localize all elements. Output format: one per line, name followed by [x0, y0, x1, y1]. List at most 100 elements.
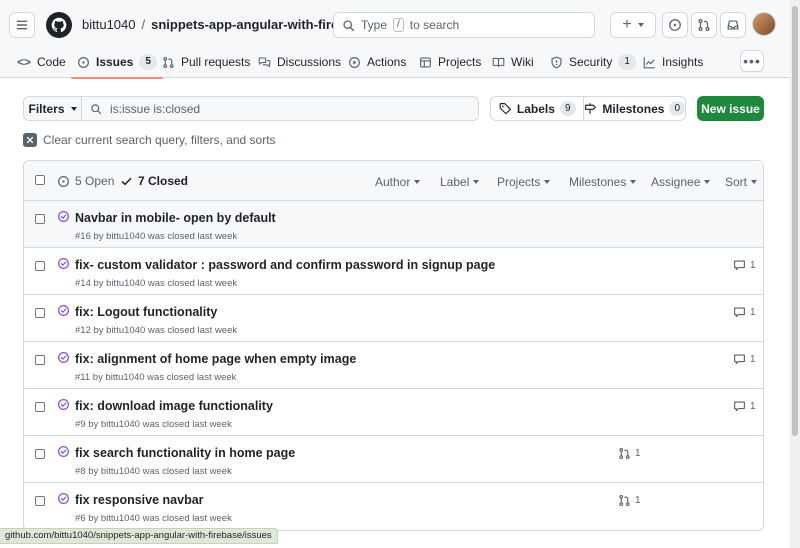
search-icon — [91, 103, 102, 114]
tab-security[interactable]: Security 1 — [550, 46, 636, 78]
label-filter-label: Label — [440, 175, 470, 189]
tab-issues[interactable]: Issues 5 — [71, 46, 163, 79]
label-filter-dropdown[interactable]: Label — [440, 175, 480, 189]
tab-wiki-label: Wiki — [511, 55, 534, 69]
milestones-label: Milestones — [602, 101, 665, 116]
play-icon — [349, 56, 360, 68]
open-issues-filter[interactable]: 5 Open — [57, 174, 114, 188]
owner-link[interactable]: bittu1040 — [82, 17, 136, 32]
tab-wiki[interactable]: Wiki — [492, 46, 534, 78]
closed-issues-filter[interactable]: 7 Closed — [120, 174, 188, 188]
issue-title-link[interactable]: Navbar in mobile- open by default — [75, 211, 276, 225]
comments-link[interactable]: 1 — [733, 259, 756, 272]
new-issue-button[interactable]: New issue — [697, 96, 764, 121]
milestones-button[interactable]: Milestones 0 — [583, 97, 685, 120]
issue-title-link[interactable]: fix- custom validator : password and con… — [75, 258, 495, 272]
issue-row: fix responsive navbar #6 by bittu1040 wa… — [24, 483, 763, 530]
chevron-down-icon — [414, 180, 421, 184]
comments-link[interactable]: 1 — [733, 353, 756, 366]
milestones-filter-dropdown[interactable]: Milestones — [569, 175, 637, 189]
issue-checkbox[interactable] — [35, 355, 45, 365]
projects-filter-dropdown[interactable]: Projects — [497, 175, 551, 189]
issue-closed-icon — [58, 493, 69, 504]
issue-checkbox[interactable] — [35, 402, 45, 412]
issue-row: fix- custom validator : password and con… — [24, 248, 763, 295]
issue-row: fix search functionality in home page #8… — [24, 436, 763, 483]
linked-pull-requests-link[interactable]: 1 — [618, 494, 641, 507]
tab-insights[interactable]: Insights — [643, 46, 703, 78]
issue-meta: #14 by bittu1040 was closed last week — [75, 278, 238, 289]
tab-pull-requests[interactable]: Pull requests — [162, 46, 250, 78]
code-icon: <> — [17, 55, 32, 69]
issue-checkbox[interactable] — [35, 214, 45, 224]
global-search-input[interactable]: Type / to search — [333, 12, 595, 38]
linked-pull-requests-link[interactable]: 1 — [618, 447, 641, 460]
issue-title-link[interactable]: fix: Logout functionality — [75, 305, 217, 319]
your-issues-button[interactable] — [662, 12, 688, 38]
linked-pr-count: 1 — [635, 448, 641, 459]
issue-filter-bar: Filters is:issue is:closed — [23, 96, 479, 121]
issue-meta: #6 by bittu1040 was closed last week — [75, 513, 232, 524]
comment-count: 1 — [750, 354, 756, 365]
filters-dropdown-button[interactable]: Filters — [24, 97, 82, 120]
issue-closed-icon — [58, 399, 69, 410]
clear-filters-link[interactable]: Clear current search query, filters, and… — [23, 133, 276, 147]
create-new-button[interactable]: + — [610, 12, 656, 38]
your-pull-requests-button[interactable] — [691, 12, 717, 38]
tab-discussions[interactable]: Discussions — [258, 46, 341, 78]
user-avatar[interactable] — [752, 12, 776, 36]
close-icon — [23, 133, 37, 147]
issue-meta: #11 by bittu1040 was closed last week — [75, 372, 237, 383]
github-logo-icon[interactable] — [46, 12, 72, 38]
issue-title-link[interactable]: fix search functionality in home page — [75, 446, 295, 460]
chevron-down-icon — [473, 180, 480, 184]
issue-row: fix: download image functionality #9 by … — [24, 389, 763, 436]
issue-checkbox[interactable] — [35, 308, 45, 318]
issue-meta: #12 by bittu1040 was closed last week — [75, 325, 238, 336]
comments-link[interactable]: 1 — [733, 306, 756, 319]
labels-milestones-group: Labels 9 Milestones 0 — [490, 96, 686, 121]
hamburger-menu-button[interactable] — [9, 12, 35, 38]
chevron-down-icon — [704, 180, 711, 184]
open-count-label: 5 Open — [75, 174, 115, 188]
comment-icon — [734, 401, 745, 412]
sort-label: Sort — [725, 175, 748, 189]
comments-link[interactable]: 1 — [733, 400, 756, 413]
tab-code[interactable]: <> Code — [17, 46, 66, 78]
author-filter-dropdown[interactable]: Author — [375, 175, 421, 189]
issue-title-link[interactable]: fix: download image functionality — [75, 399, 273, 413]
issue-checkbox[interactable] — [35, 496, 45, 506]
tab-actions[interactable]: Actions — [348, 46, 406, 78]
table-icon — [420, 56, 431, 68]
scrollbar-thumb[interactable] — [792, 6, 798, 436]
sort-dropdown[interactable]: Sort — [725, 175, 758, 189]
comment-icon — [734, 307, 745, 318]
assignee-filter-dropdown[interactable]: Assignee — [651, 175, 711, 189]
tab-projects-label: Projects — [438, 55, 482, 69]
issue-checkbox[interactable] — [35, 261, 45, 271]
tab-security-label: Security — [569, 55, 613, 69]
issue-search-input[interactable]: is:issue is:closed — [82, 97, 478, 120]
labels-button[interactable]: Labels 9 — [491, 97, 583, 120]
tab-issues-count: 5 — [139, 54, 157, 70]
issue-title-link[interactable]: fix: alignment of home page when empty i… — [75, 352, 356, 366]
select-all-checkbox[interactable] — [35, 175, 45, 185]
tab-discussions-label: Discussions — [277, 55, 342, 69]
hamburger-icon — [16, 20, 28, 30]
issue-closed-icon — [58, 446, 69, 457]
kebab-horizontal-icon: ••• — [743, 53, 761, 69]
notifications-button[interactable] — [720, 12, 746, 38]
repo-header: bittu1040 / snippets-app-angular-with-fi… — [0, 0, 790, 79]
tab-projects[interactable]: Projects — [419, 46, 481, 78]
search-suffix: to search — [409, 18, 460, 32]
issue-title-link[interactable]: fix responsive navbar — [75, 493, 204, 507]
issue-opened-icon — [78, 56, 89, 68]
comment-discussion-icon — [258, 57, 271, 67]
assignee-filter-label: Assignee — [651, 175, 701, 189]
more-options-button[interactable]: ••• — [740, 50, 764, 72]
tab-code-label: Code — [37, 55, 66, 69]
issue-row: fix: alignment of home page when empty i… — [24, 342, 763, 389]
vertical-scrollbar[interactable] — [790, 0, 800, 548]
issue-closed-icon — [58, 258, 69, 269]
issue-checkbox[interactable] — [35, 449, 45, 459]
